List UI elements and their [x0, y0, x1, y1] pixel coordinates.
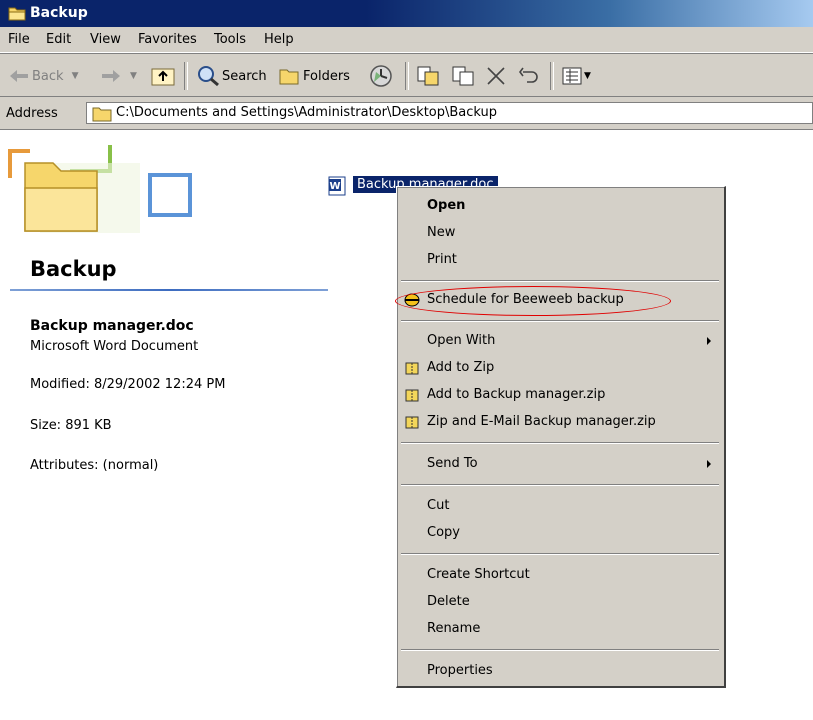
panel-divider [10, 289, 328, 291]
selected-file-size: Size: 891 KB [30, 418, 112, 433]
history-button[interactable] [368, 64, 394, 88]
undo-icon [519, 67, 538, 83]
back-label: Back [32, 68, 64, 84]
folders-icon [279, 69, 299, 85]
menu-item-rename-label: Rename [427, 621, 481, 636]
menu-item-open-with-label: Open With [427, 333, 496, 348]
menu-item-add-to-named-zip-label: Add to Backup manager.zip [427, 387, 606, 402]
menu-help[interactable]: Help [264, 32, 294, 47]
menu-item-zip-email[interactable]: Zip and E-Mail Backup manager.zip [397, 411, 723, 433]
submenu-arrow-icon [707, 460, 711, 468]
menu-item-new-label: New [427, 225, 456, 240]
folder-graphic [8, 145, 192, 233]
menu-tools[interactable]: Tools [214, 32, 246, 47]
selected-file-attributes: Attributes: (normal) [30, 458, 159, 473]
menu-separator [401, 553, 719, 555]
back-arrow-icon [10, 70, 28, 82]
winzip-icon [405, 362, 419, 375]
copy-to-button[interactable] [450, 64, 476, 88]
forward-button[interactable]: ▼ [100, 64, 137, 88]
selected-file-modified: Modified: 8/29/2002 12:24 PM [30, 377, 226, 392]
menu-view[interactable]: View [90, 32, 121, 47]
search-icon [198, 66, 219, 87]
menu-separator [401, 320, 719, 322]
menu-separator [401, 484, 719, 486]
menu-item-new[interactable]: New [397, 222, 723, 244]
views-dropdown-icon: ▼ [584, 71, 591, 81]
menu-item-open[interactable]: Open [397, 195, 723, 217]
menu-item-rename[interactable]: Rename [397, 618, 723, 640]
menu-separator [401, 280, 719, 282]
context-menu: Open New Print Schedule for Beeweeb back… [396, 186, 726, 688]
up-folder-button[interactable] [150, 64, 176, 88]
menu-item-delete[interactable]: Delete [397, 591, 723, 613]
menu-item-copy-label: Copy [427, 525, 460, 540]
submenu-arrow-icon [707, 337, 711, 345]
back-button[interactable]: Back ▼ [8, 64, 78, 88]
search-label: Search [222, 68, 267, 84]
views-button[interactable]: ▼ [560, 64, 591, 88]
forward-arrow-icon [102, 70, 120, 82]
history-icon [370, 65, 392, 87]
folder-icon [8, 7, 26, 21]
move-to-button[interactable] [415, 64, 441, 88]
menu-item-open-label: Open [427, 198, 466, 213]
back-dropdown-icon: ▼ [71, 71, 79, 81]
menu-item-copy[interactable]: Copy [397, 522, 723, 544]
menu-item-open-with[interactable]: Open With [397, 330, 723, 352]
menu-item-create-shortcut-label: Create Shortcut [427, 567, 530, 582]
menu-item-cut-label: Cut [427, 498, 450, 513]
svg-text:W: W [329, 181, 340, 192]
menu-item-properties-label: Properties [427, 663, 493, 678]
address-label: Address [6, 106, 58, 121]
menu-item-send-to-label: Send To [427, 456, 478, 471]
menu-item-delete-label: Delete [427, 594, 470, 609]
menu-item-add-to-named-zip[interactable]: Add to Backup manager.zip [397, 384, 723, 406]
move-to-icon [417, 66, 439, 86]
search-button[interactable]: Search [196, 64, 267, 88]
title-bar: Backup [0, 0, 813, 27]
selected-file-type: Microsoft Word Document [30, 339, 199, 354]
copy-to-icon [452, 66, 474, 86]
up-folder-icon [151, 68, 175, 86]
menu-item-print[interactable]: Print [397, 249, 723, 271]
menu-item-add-to-zip[interactable]: Add to Zip [397, 357, 723, 379]
window-title: Backup [30, 5, 88, 21]
menu-favorites[interactable]: Favorites [138, 32, 197, 47]
address-bar: Address C:\Documents and Settings\Admini… [0, 97, 813, 130]
menu-separator [401, 649, 719, 651]
menu-item-add-to-zip-label: Add to Zip [427, 360, 495, 375]
winzip-icon [405, 416, 419, 429]
menu-item-create-shortcut[interactable]: Create Shortcut [397, 564, 723, 586]
toolbar: Back ▼ ▼ Search Folders ▼ [0, 53, 813, 97]
folders-button[interactable]: Folders [278, 64, 350, 88]
winzip-icon [405, 389, 419, 402]
menu-edit[interactable]: Edit [46, 32, 71, 47]
delete-x-icon [487, 67, 505, 85]
delete-button[interactable] [485, 64, 507, 88]
details-panel: Backup Backup manager.doc Microsoft Word… [0, 131, 330, 720]
views-icon [562, 67, 582, 85]
address-input[interactable]: C:\Documents and Settings\Administrator\… [86, 102, 813, 124]
panel-title: Backup [30, 257, 117, 281]
menu-bar: File Edit View Favorites Tools Help [0, 27, 813, 53]
menu-item-zip-email-label: Zip and E-Mail Backup manager.zip [427, 414, 656, 429]
highlight-ellipse [395, 286, 671, 316]
menu-separator [401, 442, 719, 444]
word-document-icon: W [328, 176, 346, 196]
forward-dropdown-icon: ▼ [130, 71, 137, 81]
menu-item-send-to[interactable]: Send To [397, 453, 723, 475]
folder-icon [92, 107, 112, 122]
menu-item-cut[interactable]: Cut [397, 495, 723, 517]
menu-file[interactable]: File [8, 32, 30, 47]
menu-item-properties[interactable]: Properties [397, 660, 723, 682]
folders-label: Folders [303, 68, 350, 84]
undo-button[interactable] [518, 64, 540, 88]
address-value: C:\Documents and Settings\Administrator\… [116, 105, 498, 120]
selected-file-name: Backup manager.doc [30, 318, 194, 334]
menu-item-print-label: Print [427, 252, 457, 267]
